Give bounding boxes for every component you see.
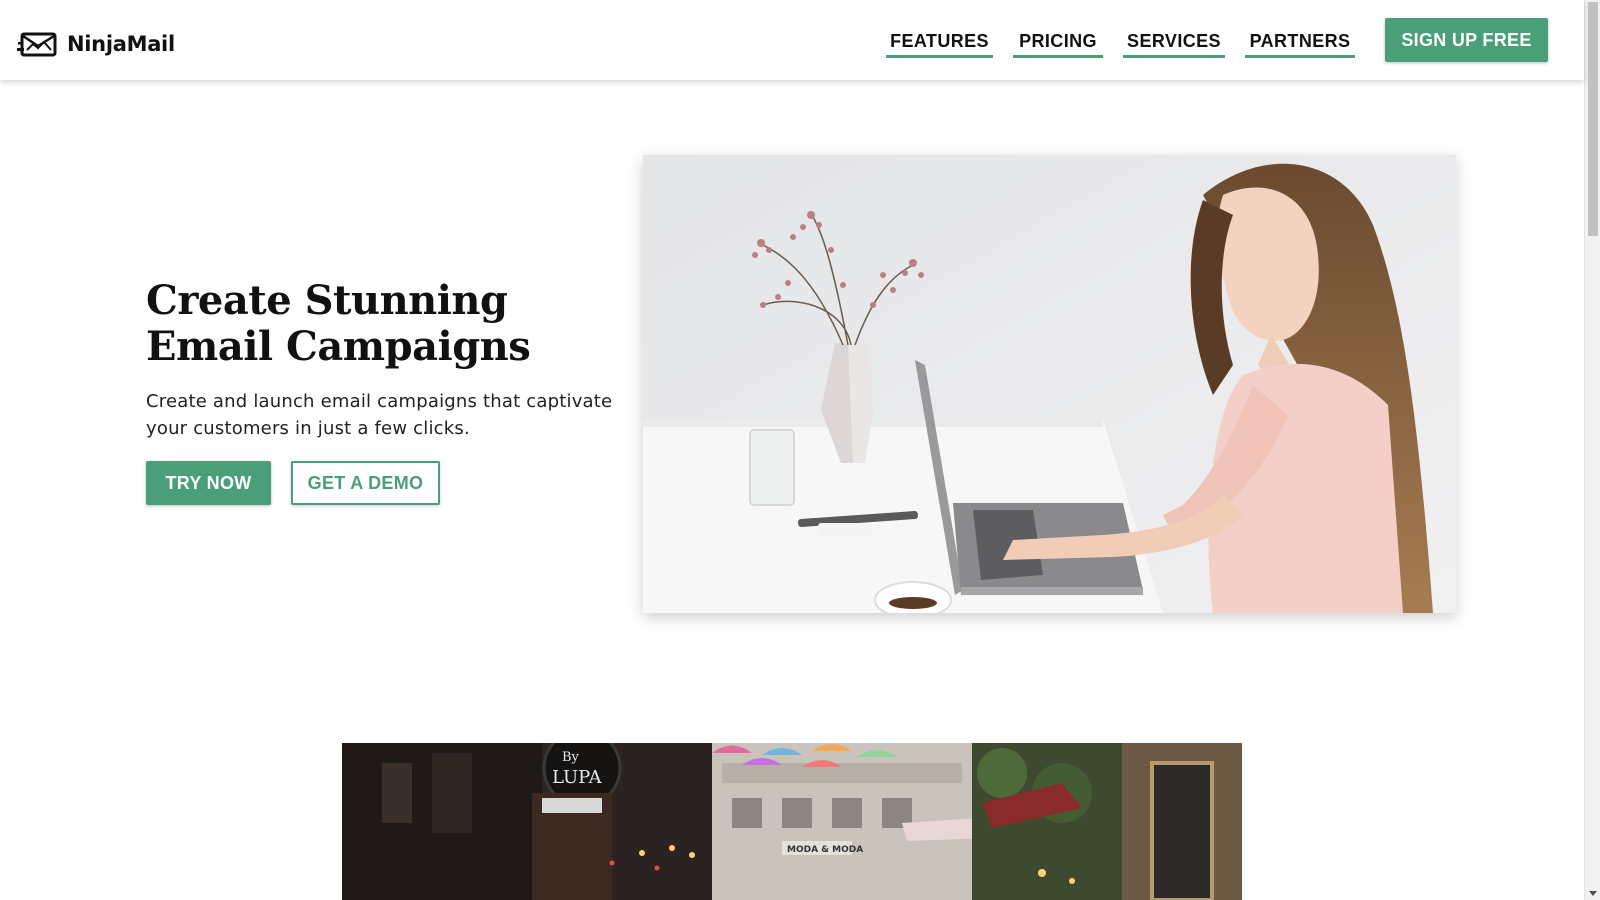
nav-item-services[interactable]: SERVICES — [1123, 30, 1225, 58]
try-now-button[interactable]: TRY NOW — [146, 461, 271, 505]
street-sign-top-text: By — [562, 750, 580, 765]
signup-button[interactable]: SIGN UP FREE — [1385, 18, 1548, 62]
woman-laptop-photo — [643, 155, 1456, 613]
hero-title: Create Stunning Email Campaigns — [146, 277, 531, 370]
brand-name: NinjaMail — [67, 32, 175, 56]
shop-sign-text: MODA & MODA — [787, 845, 863, 855]
hero-subtitle: Create and launch email campaigns that c… — [146, 391, 613, 439]
envelope-icon — [17, 32, 57, 57]
get-demo-button[interactable]: GET A DEMO — [291, 461, 440, 505]
site-header: NinjaMail FEATURES PRICING SERVICES PART… — [0, 0, 1584, 80]
scroll-down-arrow-icon[interactable] — [1589, 891, 1597, 896]
brand-logo[interactable]: NinjaMail — [17, 30, 175, 58]
street-scene-photo: By LUPA MODA & MODA — [342, 743, 1242, 900]
street-scene-image: By LUPA MODA & MODA — [342, 743, 1242, 900]
nav-item-partners[interactable]: PARTNERS — [1245, 30, 1355, 58]
hero-image — [643, 155, 1456, 613]
scrollbar-thumb[interactable] — [1588, 2, 1598, 236]
nav-item-pricing[interactable]: PRICING — [1013, 30, 1103, 58]
vertical-scrollbar[interactable] — [1584, 0, 1600, 900]
nav-item-features[interactable]: FEATURES — [886, 30, 993, 58]
street-sign-bottom-text: LUPA — [552, 767, 603, 788]
